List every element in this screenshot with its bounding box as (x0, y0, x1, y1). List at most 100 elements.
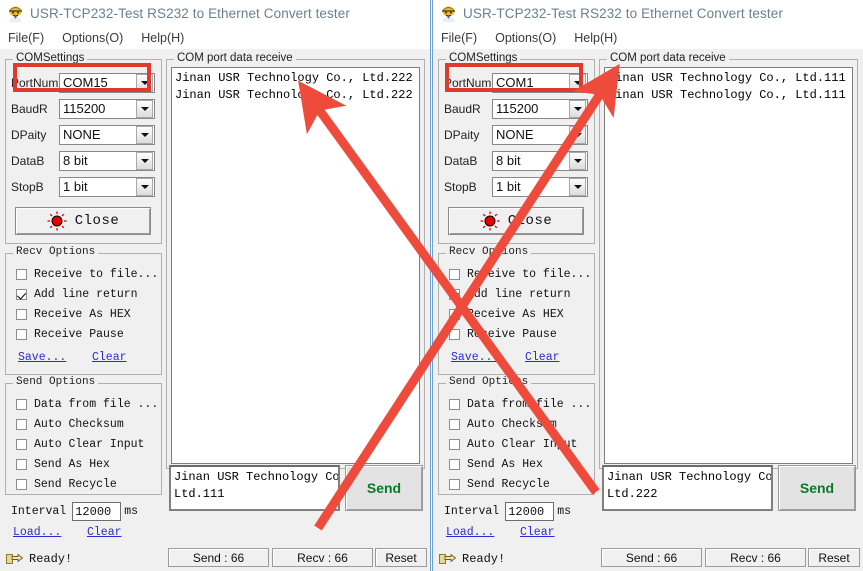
checkbox-auto-clear-input-left[interactable]: Auto Clear Input (16, 436, 157, 453)
chevron-down-icon[interactable] (136, 151, 153, 170)
checkbox-auto-clear-input-right[interactable]: Auto Clear Input (449, 436, 590, 453)
link-clear-send[interactable]: Clear (520, 526, 555, 539)
link-clear-send[interactable]: Clear (87, 526, 122, 539)
checkbox-icon[interactable] (449, 439, 460, 450)
checkbox-icon[interactable] (16, 309, 27, 320)
checkbox-receive-as-hex-right[interactable]: Receive As HEX (449, 306, 590, 323)
checkbox-auto-checksum-right[interactable]: Auto Checksum (449, 416, 590, 433)
link-save-recv[interactable]: Save... (451, 351, 525, 364)
checkbox-label: Data from file ... (34, 398, 159, 411)
checkbox-icon[interactable] (16, 329, 27, 340)
checkbox-icon[interactable] (16, 419, 27, 430)
row-portnum-left: PortNum COM15 (11, 72, 155, 93)
app-window-right: USR-TCP232-Test RS232 to Ethernet Conver… (432, 0, 863, 571)
checkbox-receive-pause-left[interactable]: Receive Pause (16, 326, 157, 343)
menu-help[interactable]: Help(H) (141, 31, 184, 45)
menu-file[interactable]: File(F) (441, 31, 477, 45)
checkbox-receive-pause-right[interactable]: Receive Pause (449, 326, 590, 343)
row-dpaity-left: DPaity NONE (11, 124, 155, 145)
reset-button-left[interactable]: Reset (375, 548, 427, 567)
checkbox-send-recycle-right[interactable]: Send Recycle (449, 476, 590, 493)
checkbox-icon[interactable] (16, 439, 27, 450)
combo-stopb[interactable]: 1 bit (59, 176, 155, 197)
checkbox-icon[interactable] (449, 329, 460, 340)
checkbox-icon-checked[interactable] (449, 289, 460, 300)
send-data-input-left[interactable]: Jinan USR Technology Co., Ltd.111 (169, 465, 340, 511)
checkbox-add-line-return-right[interactable]: Add line return (449, 286, 590, 303)
group-send-options-left: Send Options Data from file ... Auto Che… (5, 376, 162, 495)
checkbox-icon[interactable] (16, 269, 27, 280)
checkbox-auto-checksum-left[interactable]: Auto Checksum (16, 416, 157, 433)
checkbox-data-from-file-right[interactable]: Data from file ... (449, 396, 591, 413)
checkbox-icon[interactable] (16, 479, 27, 490)
menu-options[interactable]: Options(O) (495, 31, 556, 45)
interval-input-left[interactable]: 12000 (72, 502, 122, 521)
combo-datab-value: 8 bit (63, 153, 88, 168)
link-save-recv[interactable]: Save... (18, 351, 92, 364)
recv-data-textarea-left[interactable]: Jinan USR Technology Co., Ltd.222 Jinan … (171, 67, 420, 464)
link-load-send[interactable]: Load... (446, 526, 520, 539)
combo-datab[interactable]: 8 bit (59, 150, 155, 171)
combo-dpaity[interactable]: NONE (492, 124, 588, 145)
combo-portnum[interactable]: COM15 (59, 72, 155, 93)
checkbox-icon[interactable] (449, 269, 460, 280)
link-clear-recv[interactable]: Clear (92, 351, 127, 364)
checkbox-data-from-file-left[interactable]: Data from file ... (16, 396, 159, 413)
checkbox-send-recycle-left[interactable]: Send Recycle (16, 476, 157, 493)
titlebar-left: USR-TCP232-Test RS232 to Ethernet Conver… (0, 0, 430, 27)
checkbox-icon-checked[interactable] (16, 289, 27, 300)
checkbox-icon[interactable] (449, 479, 460, 490)
checkbox-receive-to-file-left[interactable]: Receive to file... (16, 266, 158, 283)
send-data-input-right[interactable]: Jinan USR Technology Co., Ltd.222 (602, 465, 773, 511)
send-button-right[interactable]: Send (778, 465, 856, 511)
chevron-down-icon[interactable] (569, 177, 586, 196)
chevron-down-icon[interactable] (136, 125, 153, 144)
close-port-button-left[interactable]: Close (15, 207, 151, 235)
send-count-label: Send : 66 (192, 550, 245, 565)
send-line: Ltd.111 (174, 487, 225, 501)
chevron-down-icon[interactable] (136, 177, 153, 196)
menu-options[interactable]: Options(O) (62, 31, 123, 45)
checkbox-send-as-hex-left[interactable]: Send As Hex (16, 456, 157, 473)
chevron-down-icon[interactable] (569, 99, 586, 118)
recv-data-textarea-right[interactable]: Jinan USR Technology Co., Ltd.111 Jinan … (604, 67, 853, 464)
group-send-options-right: Send Options Data from file ... Auto Che… (438, 376, 595, 495)
send-button-left[interactable]: Send (345, 465, 423, 511)
checkbox-send-as-hex-right[interactable]: Send As Hex (449, 456, 590, 473)
interval-input-right[interactable]: 12000 (505, 502, 555, 521)
chevron-down-icon[interactable] (569, 73, 586, 92)
checkbox-receive-to-file-right[interactable]: Receive to file... (449, 266, 591, 283)
menu-file[interactable]: File(F) (8, 31, 44, 45)
checkbox-label: Auto Clear Input (34, 438, 145, 451)
checkbox-icon[interactable] (449, 309, 460, 320)
chevron-down-icon[interactable] (136, 99, 153, 118)
checkbox-icon[interactable] (449, 399, 460, 410)
combo-portnum[interactable]: COM1 (492, 72, 588, 93)
checkbox-icon[interactable] (16, 459, 27, 470)
group-legend: COMSettings (13, 52, 88, 64)
reset-button-right[interactable]: Reset (808, 548, 860, 567)
close-port-button-right[interactable]: Close (448, 207, 584, 235)
menu-help[interactable]: Help(H) (574, 31, 617, 45)
recv-count-label: Recv : 66 (297, 550, 348, 565)
group-legend: Send Options (13, 376, 99, 388)
chevron-down-icon[interactable] (569, 125, 586, 144)
settings-column-left: COMSettings PortNum COM15 BaudR 115200 D… (5, 51, 162, 543)
chevron-down-icon[interactable] (569, 151, 586, 170)
label-dpaity: DPaity (444, 127, 480, 142)
combo-stopb[interactable]: 1 bit (492, 176, 588, 197)
checkbox-icon[interactable] (16, 399, 27, 410)
combo-datab[interactable]: 8 bit (492, 150, 588, 171)
link-clear-recv[interactable]: Clear (525, 351, 560, 364)
checkbox-icon[interactable] (449, 459, 460, 470)
combo-dpaity[interactable]: NONE (59, 124, 155, 145)
settings-column-right: COMSettings PortNum COM1 BaudR 115200 DP… (438, 51, 595, 543)
checkbox-icon[interactable] (449, 419, 460, 430)
link-load-send[interactable]: Load... (13, 526, 87, 539)
combo-baudr[interactable]: 115200 (59, 98, 155, 119)
checkbox-add-line-return-left[interactable]: Add line return (16, 286, 157, 303)
combo-baudr[interactable]: 115200 (492, 98, 588, 119)
recv-count-label: Recv : 66 (730, 550, 781, 565)
checkbox-receive-as-hex-left[interactable]: Receive As HEX (16, 306, 157, 323)
chevron-down-icon[interactable] (136, 73, 153, 92)
